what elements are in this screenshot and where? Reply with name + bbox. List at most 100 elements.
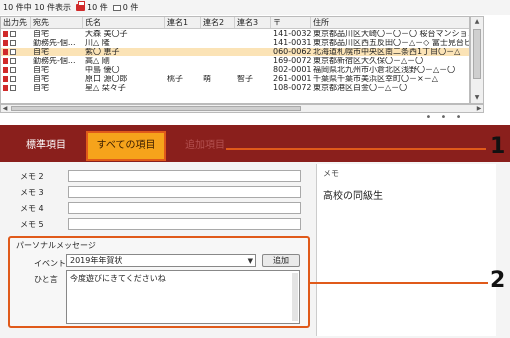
memo-label: メモ 5 [20,219,44,229]
cell-zip: 169-0072 [273,57,311,65]
scroll-up-icon[interactable]: ▲ [473,18,481,26]
memo-3-field[interactable] [68,186,301,198]
cell-zip: 802-0001 [273,66,311,74]
memo-5-field[interactable] [68,218,301,230]
checkbox-icon[interactable] [10,49,16,55]
event-select[interactable]: 2019年年賀状 ▼ [66,254,256,267]
cell-ren1: 桃子 [167,75,183,83]
cell-ren2 [203,84,235,92]
message-textarea[interactable]: 今度遊びにきてくださいね [66,270,300,324]
document-icon [3,40,8,46]
cell-ren3 [237,39,271,47]
row-output-icons [3,76,16,82]
scroll-left-icon[interactable]: ◀ [1,105,9,112]
table-row[interactable]: 自宅 紫〇 恵子 060-0062 北海道札幌市中央区南二条西1丁目〇－△ [1,48,469,56]
checkbox-icon[interactable] [10,67,16,73]
cell-zip: 108-0072 [273,84,311,92]
callout-line-2 [310,282,488,284]
cell-name: 高△ 剛 [85,57,110,65]
cell-zip: 141-0032 [273,30,311,38]
document-icon [3,76,8,82]
checkbox-icon[interactable] [10,31,16,37]
cell-name: 大森 美〇子 [85,30,128,38]
table-row[interactable]: 勤務先-個... 高△ 剛 169-0072 東京都新宿区大久保〇－△－〇 [1,57,469,65]
callout-number-1: 1 [490,134,506,159]
panel-splitter[interactable]: • • • [0,113,510,125]
row-output-icons [3,85,16,91]
cell-dest: 自宅 [33,30,49,38]
memo-display[interactable]: メモ 高校の同級生 [316,164,496,336]
column-header-address[interactable]: 住所 [311,17,469,28]
memo-label: メモ 4 [20,203,44,213]
table-row[interactable]: 勤務先-個... 川△ 隆 141-0031 東京都品川区西五反田〇－△－◇ 富士見台… [1,39,470,47]
add-button[interactable]: 追加 [262,254,300,267]
column-header-ren3[interactable]: 連名3 [235,17,271,28]
column-header-ren2[interactable]: 連名2 [201,17,235,28]
grid-vertical-scrollbar[interactable]: ▲ ▼ [470,16,484,104]
memo-4-field[interactable] [68,202,301,214]
cell-ren3 [237,66,271,74]
cell-ren3 [237,30,271,38]
cell-name: 中島 優〇 [85,66,120,74]
cell-ren3 [237,48,271,56]
mail-icon [112,4,121,11]
memo-row: メモ 4 [20,202,301,214]
table-row[interactable]: 自宅 原口 源〇郎 桃子 萌 智子 261-0001 千葉県千葉市美浜区幸町〇－×－△ [1,75,469,83]
scroll-down-icon[interactable]: ▼ [473,94,481,102]
personal-message-section: パーソナルメッセージ イベント 2019年年賀状 ▼ 追加 ひと言 今度遊びにき… [8,236,310,328]
document-icon [3,67,8,73]
cell-dest: 勤務先-個... [33,57,76,65]
cell-ren2 [203,66,235,74]
cell-addr: 東京都品川区西五反田〇－△－◇ 富士見台ビ [313,39,470,47]
cell-name: 星△ 栞々子 [85,84,126,92]
cell-ren3: 智子 [237,75,253,83]
tab-standard-items[interactable]: 標準項目 [14,133,78,159]
row-output-icons [3,31,16,37]
cell-ren2 [203,57,235,65]
column-header-ren1[interactable]: 連名1 [165,17,201,28]
checkbox-icon[interactable] [10,58,16,64]
cell-ren1 [167,30,201,38]
cell-addr: 千葉県千葉市美浜区幸町〇－×－△ [313,75,438,83]
column-header-dest[interactable]: 宛先 [31,17,83,28]
column-header-name[interactable]: 氏名 [83,17,165,28]
records-count: 10 件中 10 件表示 [3,3,71,12]
table-row[interactable]: 自宅 星△ 栞々子 108-0072 東京都港区白金〇－△－〇 [1,84,469,92]
cell-dest: 自宅 [33,66,49,74]
scroll-right-icon[interactable]: ▶ [475,105,483,112]
textarea-scrollbar[interactable] [292,273,298,321]
scroll-thumb[interactable] [473,29,481,79]
memo-2-field[interactable] [68,170,301,182]
cell-dest: 自宅 [33,48,49,56]
checkbox-icon[interactable] [10,85,16,91]
memo-display-title: メモ [323,169,339,178]
table-row[interactable]: 自宅 中島 優〇 802-0001 福岡県北九州市小倉北区浅野〇－△－〇 [1,66,469,74]
tab-additional-items[interactable]: 追加項目 [170,133,240,159]
cell-ren2 [203,30,235,38]
checkbox-icon[interactable] [10,40,16,46]
grid-header: 出力先 宛先 氏名 連名1 連名2 連名3 〒 住所 [1,17,469,29]
grid-horizontal-scrollbar[interactable]: ◀ ▶ [0,104,484,113]
cell-ren1 [167,84,201,92]
checkbox-icon[interactable] [10,76,16,82]
chevron-down-icon[interactable]: ▼ [248,256,253,267]
cell-addr: 北海道札幌市中央区南二条西1丁目〇－△ [313,48,461,56]
printer-icon [76,1,85,11]
cell-zip: 261-0001 [273,75,311,83]
row-output-icons [3,67,16,73]
scroll-thumb-horizontal[interactable] [11,106,301,111]
column-header-zip[interactable]: 〒 [271,17,311,28]
cell-ren1 [167,57,201,65]
table-row[interactable]: 自宅 大森 美〇子 141-0032 東京都品川区大崎〇－〇－〇 桜台マンション [1,30,469,38]
tab-all-items[interactable]: すべての項目 [86,131,166,161]
address-grid[interactable]: 出力先 宛先 氏名 連名1 連名2 連名3 〒 住所 自宅 大森 美〇子 141-0… [0,16,470,104]
column-header-output[interactable]: 出力先 [1,17,31,28]
event-label: イベント [34,259,66,268]
memo-label: メモ 2 [20,171,44,181]
memo-row: メモ 5 [20,218,301,230]
cell-dest: 勤務先-個... [33,39,76,47]
cell-zip: 060-0062 [273,48,311,56]
callout-number-2: 2 [490,268,506,293]
event-select-value: 2019年年賀状 [70,256,123,265]
cell-name: 原口 源〇郎 [85,75,128,83]
